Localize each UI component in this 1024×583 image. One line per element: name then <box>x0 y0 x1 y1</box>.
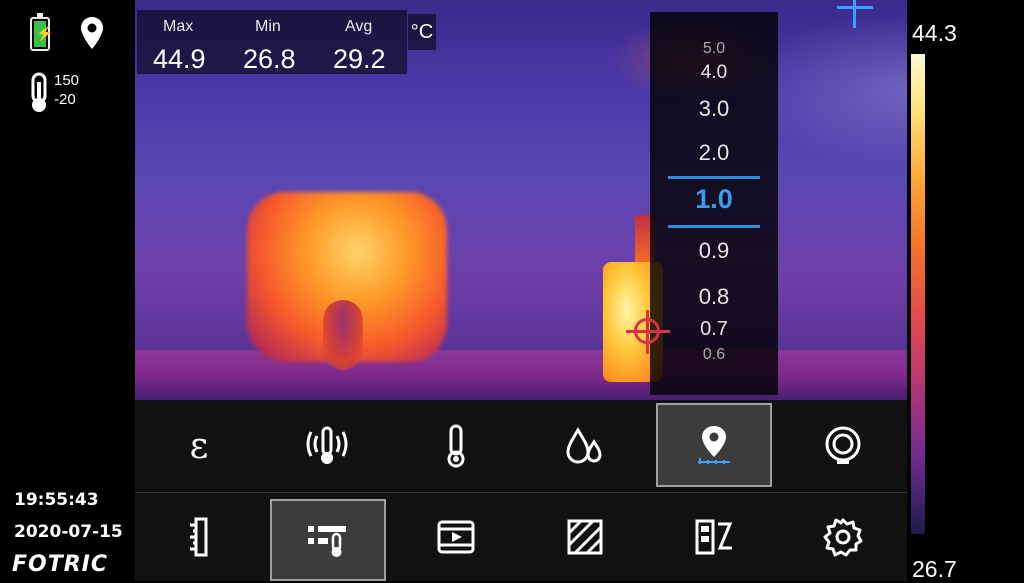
location-distance-icon <box>698 426 730 464</box>
clock-time: 19:55:43 <box>14 490 99 510</box>
area-hatch-icon <box>567 519 603 555</box>
selection-line-bottom <box>668 225 760 228</box>
min-label: Min <box>255 18 281 35</box>
clock-date: 2020-07-15 <box>14 522 123 542</box>
max-value: 44.9 <box>153 44 206 74</box>
settings-gear-icon <box>823 518 863 557</box>
reflected-temp-button[interactable] <box>779 400 907 492</box>
palette-low: 26.7 <box>912 556 957 582</box>
palette-high: 44.3 <box>912 20 957 46</box>
main-toolbar <box>135 492 907 581</box>
settings-button[interactable] <box>779 493 907 581</box>
temperature-params-button[interactable] <box>270 499 386 581</box>
range-thermometer-icon <box>26 72 52 119</box>
edit-palette-icon <box>695 519 733 555</box>
ambient-temp-button[interactable] <box>392 400 520 492</box>
avg-label: Avg <box>345 18 373 35</box>
center-crosshair-icon <box>626 310 670 354</box>
emissivity-button[interactable]: ε <box>135 400 263 492</box>
temperature-settings-icon <box>308 526 346 557</box>
battery-icon: ⚡ <box>30 13 53 51</box>
thermometer-icon <box>447 424 465 468</box>
palette-edit-button[interactable] <box>650 493 778 581</box>
range-high: 150 <box>54 72 80 89</box>
humidity-drops-icon <box>566 427 602 464</box>
area-analysis-button[interactable] <box>521 493 649 581</box>
reflected-temp-icon <box>825 426 861 464</box>
video-button[interactable] <box>392 493 520 581</box>
video-play-icon <box>437 520 475 554</box>
humidity-button[interactable] <box>521 400 649 492</box>
avg-value: 29.2 <box>333 44 386 74</box>
scale-value[interactable]: 2.0 <box>650 140 778 166</box>
distance-button[interactable] <box>656 403 772 487</box>
location-pin-icon <box>80 16 104 55</box>
atmosphere-button[interactable] <box>263 400 391 492</box>
range-low: -20 <box>54 91 76 108</box>
max-label: Max <box>163 18 194 35</box>
unit-toggle[interactable]: °C <box>408 14 436 50</box>
ruler-icon <box>190 517 208 557</box>
max-crosshair-icon <box>837 0 873 30</box>
scale-value[interactable]: 0.8 <box>650 284 778 310</box>
scale-value[interactable]: 4.0 <box>650 62 778 84</box>
thermometer-signal-icon <box>306 426 348 464</box>
min-value: 26.8 <box>243 44 296 74</box>
measure-button[interactable] <box>135 493 263 581</box>
hot-object-stem <box>323 300 363 370</box>
thermal-floor <box>135 350 907 400</box>
parameter-toolbar: ε <box>135 400 907 492</box>
scale-value[interactable]: 0.9 <box>650 238 778 264</box>
selection-line-top <box>668 176 760 179</box>
color-palette-bar[interactable] <box>911 54 925 534</box>
epsilon-icon: ε <box>189 425 209 467</box>
temperature-stats: Max 44.9 Min 26.8 Avg 29.2 <box>137 10 407 74</box>
scale-selected-value[interactable]: 1.0 <box>650 184 778 215</box>
scale-value[interactable]: 3.0 <box>650 96 778 122</box>
scale-value[interactable]: 5.0 <box>650 40 778 58</box>
brand-logo: FOTRIC <box>12 552 109 577</box>
